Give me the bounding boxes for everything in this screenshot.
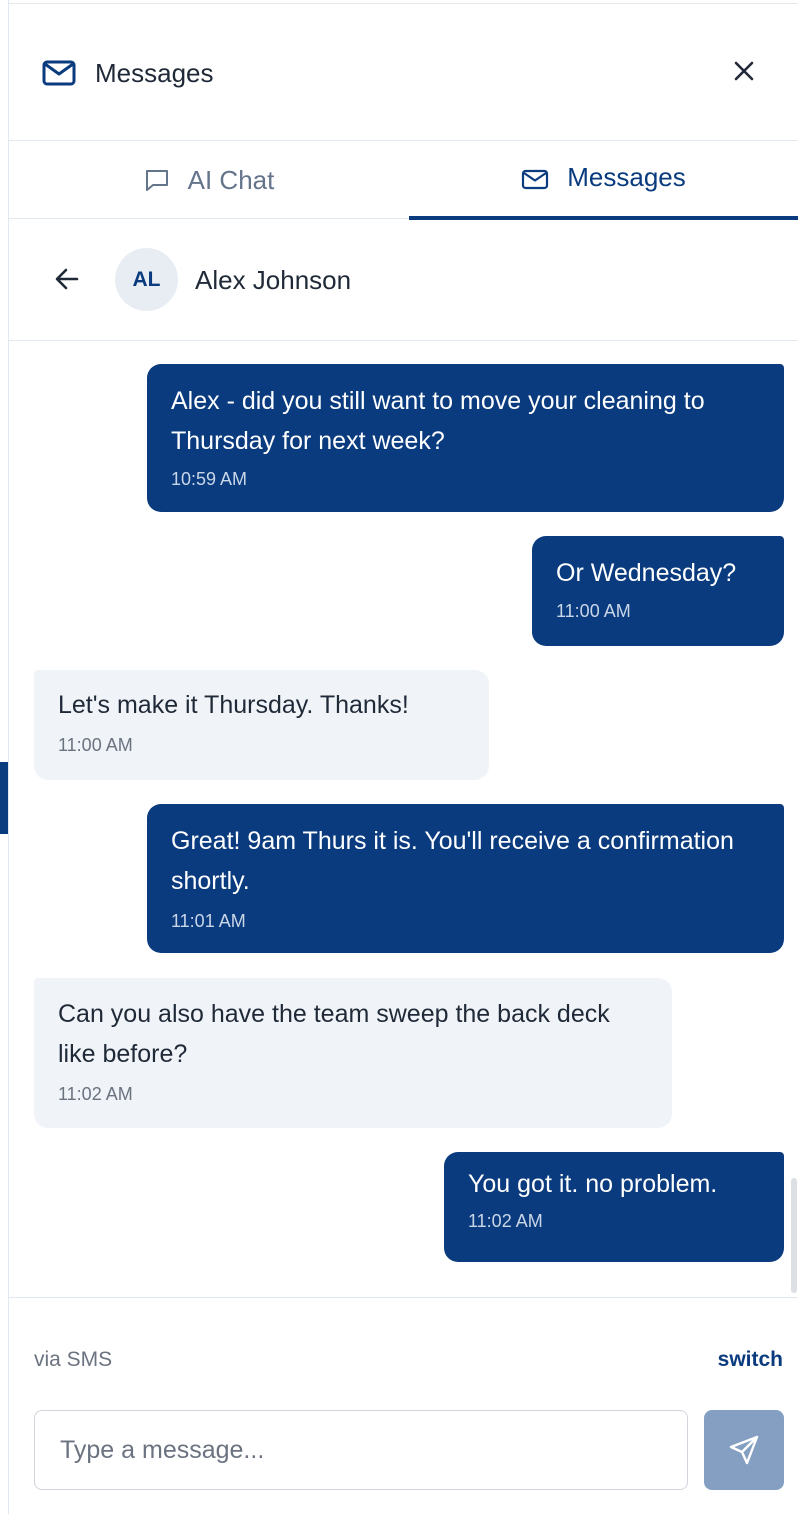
mail-icon [42, 60, 76, 86]
message-bubble-outgoing: Or Wednesday? 11:00 AM [532, 536, 784, 646]
message-list-scrollbar[interactable] [791, 1178, 797, 1293]
composer: via SMS switch [9, 1297, 798, 1514]
tab-ai-chat-label: AI Chat [187, 164, 275, 195]
close-icon[interactable] [729, 56, 759, 86]
arrow-left-icon[interactable] [53, 266, 81, 292]
message-bubble-outgoing: You got it. no problem. 11:02 AM [444, 1152, 784, 1262]
tab-messages-label: Messages [567, 161, 686, 192]
message-time: 11:02 AM [58, 1084, 133, 1104]
message-time: 11:02 AM [468, 1211, 543, 1231]
message-text: You got it. no problem. [468, 1170, 718, 1198]
message-time: 11:00 AM [58, 735, 133, 755]
conversation-header: AL Alex Johnson [9, 219, 798, 341]
message-bubble-outgoing: Alex - did you still want to move your c… [147, 364, 784, 512]
tab-ai-chat[interactable]: AI Chat [9, 141, 409, 219]
message-text: Alex - did you still want to move your c… [171, 387, 705, 455]
avatar: AL [115, 248, 178, 311]
message-text: Or Wednesday? [556, 559, 737, 587]
message-time: 11:00 AM [556, 601, 631, 621]
side-accent [0, 762, 8, 834]
chat-bubble-icon [145, 170, 168, 191]
send-button[interactable] [704, 1410, 784, 1490]
switch-channel-link[interactable]: switch [718, 1348, 783, 1372]
panel-title: Messages [95, 58, 214, 88]
message-bubble-incoming: Let's make it Thursday. Thanks! 11:00 AM [34, 670, 489, 780]
message-list: Alex - did you still want to move your c… [9, 342, 798, 1297]
message-text: Let's make it Thursday. Thanks! [58, 691, 409, 719]
message-text: Great! 9am Thurs it is. You'll receive a… [171, 827, 734, 895]
message-time: 10:59 AM [171, 469, 248, 489]
channel-label: via SMS [34, 1348, 113, 1371]
message-time: 11:01 AM [171, 911, 246, 931]
tab-bar: AI Chat Messages [9, 141, 798, 220]
tab-messages[interactable]: Messages [409, 141, 798, 220]
send-icon [729, 1435, 759, 1465]
panel-header: Messages [9, 4, 798, 141]
message-input[interactable] [34, 1410, 688, 1490]
message-bubble-incoming: Can you also have the team sweep the bac… [34, 978, 672, 1128]
contact-name: Alex Johnson [195, 265, 352, 295]
message-text: Can you also have the team sweep the bac… [58, 1000, 610, 1068]
mail-icon [522, 169, 549, 190]
message-bubble-outgoing: Great! 9am Thurs it is. You'll receive a… [147, 804, 784, 953]
